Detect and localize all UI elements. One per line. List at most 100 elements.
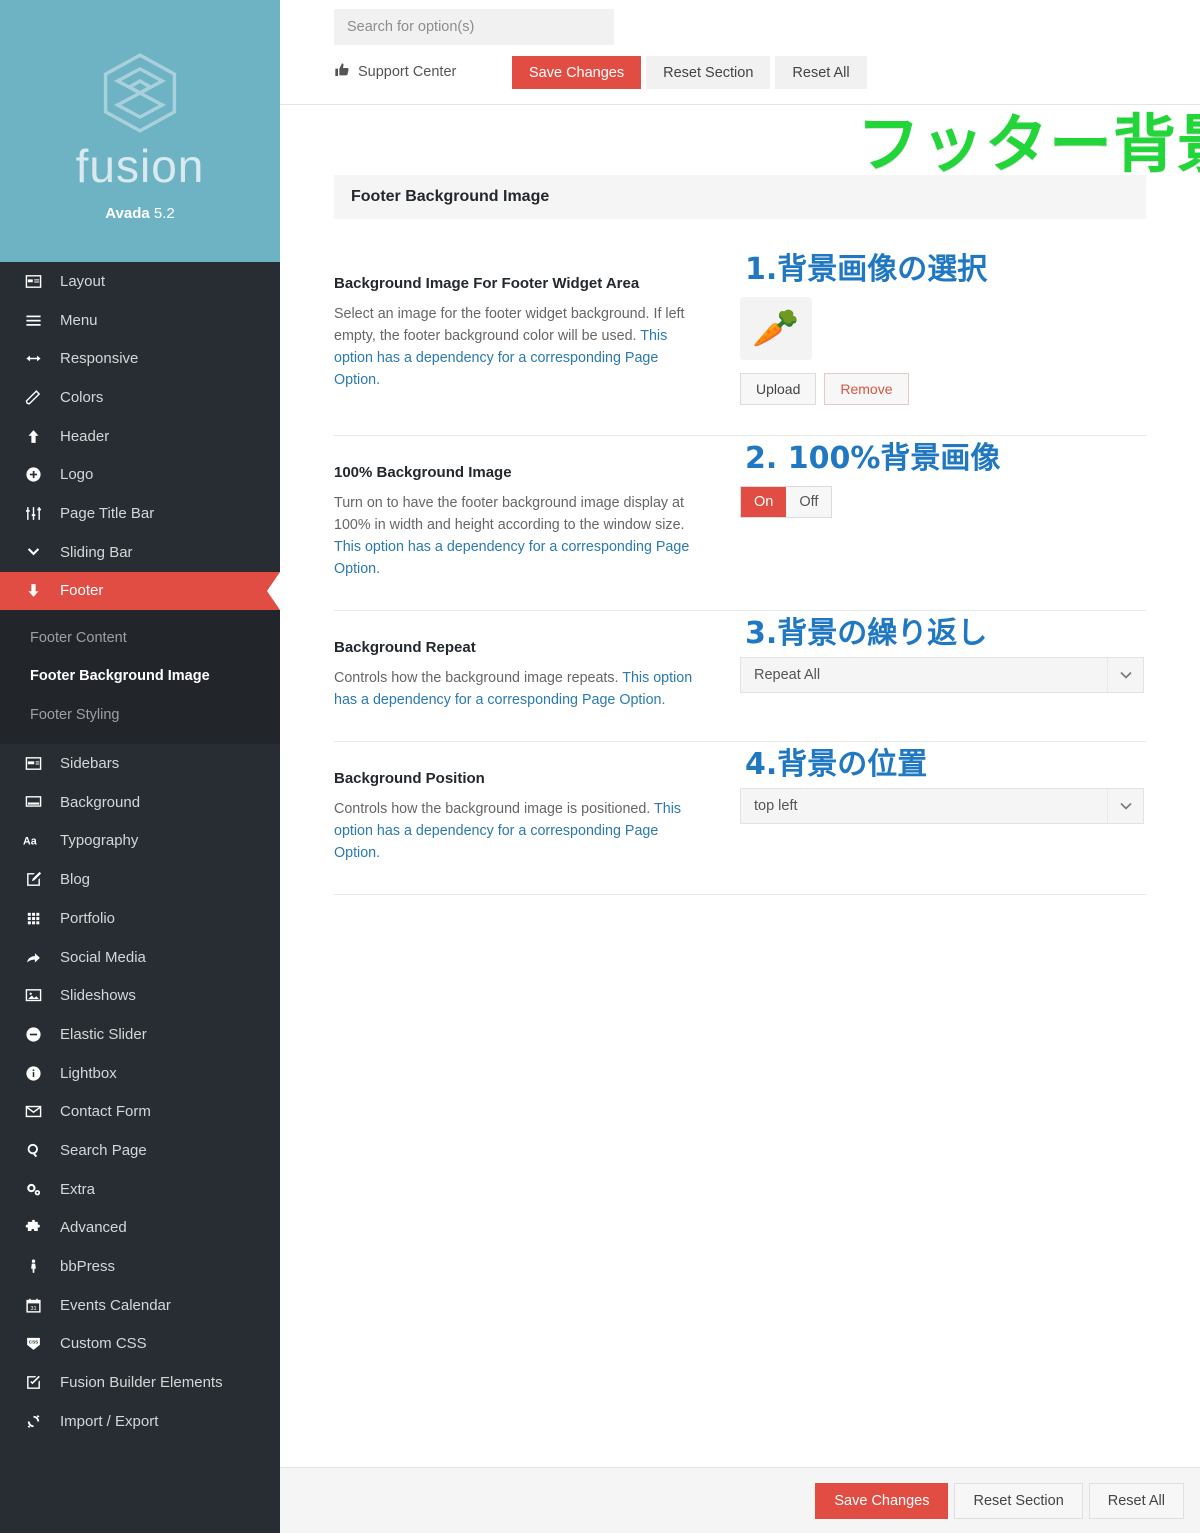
sidebar-item-label: Typography: [60, 832, 139, 850]
reset-all-button-bottom[interactable]: Reset All: [1088, 1482, 1184, 1519]
sidebar-item-label: Elastic Slider: [60, 1025, 147, 1043]
reset-all-button[interactable]: Reset All: [775, 56, 867, 89]
option-description: Background Position Controls how the back…: [334, 770, 740, 864]
sidebar-item-advanced[interactable]: Advanced: [0, 1209, 280, 1248]
sidebar: fusion Avada 5.2 Layout Menu Responsive Col…: [0, 0, 280, 1533]
sidebar-item-events-calendar[interactable]: 31 Events Calendar: [0, 1286, 280, 1325]
select-value: top left: [754, 798, 798, 815]
sidebar-item-background[interactable]: Background: [0, 783, 280, 822]
sidebar-subitem-footer-background-image[interactable]: Footer Background Image: [0, 657, 280, 696]
option-title: Background Position: [334, 770, 485, 788]
option-row: Background Position Controls how the back…: [334, 742, 1146, 896]
sidebar-item-label: Advanced: [60, 1219, 127, 1237]
sidebar-item-portfolio[interactable]: Portfolio: [0, 899, 280, 938]
background-position-select[interactable]: top left: [740, 788, 1144, 825]
sidebar-item-menu[interactable]: Menu: [0, 301, 280, 340]
reset-section-button-bottom[interactable]: Reset Section: [954, 1482, 1083, 1519]
option-desc: Controls how the background image is pos…: [334, 798, 706, 864]
info-circle-icon: [20, 1063, 46, 1083]
sidebar-item-custom-css[interactable]: CSS Custom CSS: [0, 1325, 280, 1364]
sidebar-item-label: Responsive: [60, 350, 139, 368]
sidebar-item-label: Import / Export: [60, 1412, 159, 1430]
sidebar-item-label: Menu: [60, 311, 98, 329]
sidebars-icon: [20, 754, 46, 774]
sidebar-item-logo[interactable]: Logo: [0, 455, 280, 494]
main-content: Support Center Save Changes Reset Sectio…: [280, 0, 1200, 1533]
option-control: 1.背景画像の選択 🥕 Upload Remove: [740, 255, 1146, 405]
sidebar-item-label: Header: [60, 427, 110, 445]
sidebar-item-label: Events Calendar: [60, 1296, 171, 1314]
sidebar-item-bbpress[interactable]: bbPress: [0, 1247, 280, 1286]
option-description: Background Repeat Controls how the backgr…: [334, 639, 740, 711]
sidebar-item-label: Fusion Builder Elements: [60, 1374, 223, 1392]
sidebar-item-label: Sliding Bar: [60, 543, 133, 561]
select-value: Repeat All: [754, 667, 821, 684]
carrot-emoji-icon: 🥕: [752, 307, 800, 350]
sidebar-subitem-footer-content[interactable]: Footer Content: [0, 618, 280, 657]
option-description: 100% Background Image Turn on to have the…: [334, 464, 740, 580]
sidebar-item-typography[interactable]: Aa Typography: [0, 822, 280, 861]
sidebar-item-layout[interactable]: Layout: [0, 262, 280, 301]
option-desc: Turn on to have the footer background im…: [334, 492, 706, 580]
thumbs-up-icon: [334, 62, 350, 82]
sidebar-item-label: Footer: [60, 582, 104, 600]
sidebar-item-elastic-slider[interactable]: Elastic Slider: [0, 1015, 280, 1054]
search-input[interactable]: [334, 9, 614, 45]
section-title: Footer Background Image: [334, 175, 1146, 219]
sidebar-item-search-page[interactable]: Search Page: [0, 1131, 280, 1170]
sidebar-item-label: Slideshows: [60, 987, 136, 1005]
sidebar-item-fusion-builder-elements[interactable]: Fusion Builder Elements: [0, 1363, 280, 1402]
sidebar-item-label: Social Media: [60, 948, 146, 966]
save-changes-button-bottom[interactable]: Save Changes: [815, 1482, 949, 1519]
chevron-down-icon: [1107, 658, 1143, 693]
background-image-thumbnail[interactable]: 🥕: [740, 297, 812, 360]
annotation-section-japanese: フッター背景画像: [857, 108, 1200, 181]
sidebar-item-label: Search Page: [60, 1141, 147, 1159]
reset-section-button[interactable]: Reset Section: [646, 56, 771, 89]
sidebar-item-label: Lightbox: [60, 1064, 117, 1082]
chevron-down-icon: [20, 542, 46, 562]
option-desc-text: Controls how the background image repeat…: [334, 670, 623, 687]
hamburger-menu-icon: [20, 310, 46, 330]
paint-brush-icon: [20, 387, 46, 407]
sidebar-item-colors[interactable]: Colors: [0, 378, 280, 417]
sidebar-item-responsive[interactable]: Responsive: [0, 339, 280, 378]
option-title: Background Repeat: [334, 639, 476, 657]
sidebar-item-page-title-bar[interactable]: Page Title Bar: [0, 494, 280, 533]
annotation-step-japanese: 1.背景画像の選択: [745, 252, 988, 287]
bottom-toolbar: Save Changes Reset Section Reset All: [280, 1467, 1200, 1533]
sidebar-item-lightbox[interactable]: Lightbox: [0, 1054, 280, 1093]
toggle-off-option[interactable]: Off: [786, 487, 832, 517]
support-center-link[interactable]: Support Center: [334, 62, 456, 82]
options-list: Background Image For Footer Widget Area S…: [334, 247, 1146, 896]
sidebar-item-contact-form[interactable]: Contact Form: [0, 1092, 280, 1131]
sidebar-item-label: Contact Form: [60, 1103, 151, 1121]
sidebar-item-slideshows[interactable]: Slideshows: [0, 976, 280, 1015]
option-control: 4.背景の位置 top left: [740, 750, 1146, 864]
save-changes-button[interactable]: Save Changes: [512, 56, 642, 89]
aa-typography-icon: Aa: [20, 831, 46, 851]
upload-button[interactable]: Upload: [740, 373, 817, 405]
sidebar-subnav-footer: Footer Content Footer Background Image Foo…: [0, 610, 280, 745]
sidebar-nav: Layout Menu Responsive Colors Header Logo Page…: [0, 262, 280, 1441]
plus-circle-icon: [20, 465, 46, 485]
sidebar-subitem-footer-styling[interactable]: Footer Styling: [0, 696, 280, 735]
sidebar-item-label: Custom CSS: [60, 1335, 147, 1353]
dependency-link[interactable]: This option has a dependency for a corre…: [334, 539, 689, 577]
sidebar-item-footer[interactable]: Footer: [0, 571, 280, 611]
sidebar-item-import-export[interactable]: Import / Export: [0, 1402, 280, 1441]
background-repeat-select[interactable]: Repeat All: [740, 657, 1144, 694]
remove-button[interactable]: Remove: [824, 373, 909, 405]
sidebar-item-blog[interactable]: Blog: [0, 860, 280, 899]
sidebar-item-header[interactable]: Header: [0, 417, 280, 456]
arrows-horizontal-icon: [20, 349, 46, 369]
toggle-on-option[interactable]: On: [741, 487, 787, 517]
hundred-percent-toggle[interactable]: On Off: [740, 486, 833, 518]
sidebar-item-sliding-bar[interactable]: Sliding Bar: [0, 533, 280, 572]
option-control: 2. 100%背景画像 On Off: [740, 444, 1146, 580]
annotation-step-japanese: 2. 100%背景画像: [745, 441, 1001, 476]
sidebar-item-sidebars[interactable]: Sidebars: [0, 744, 280, 783]
sidebar-item-extra[interactable]: Extra: [0, 1170, 280, 1209]
sidebar-item-social-media[interactable]: Social Media: [0, 938, 280, 977]
refresh-sync-icon: [20, 1411, 46, 1431]
